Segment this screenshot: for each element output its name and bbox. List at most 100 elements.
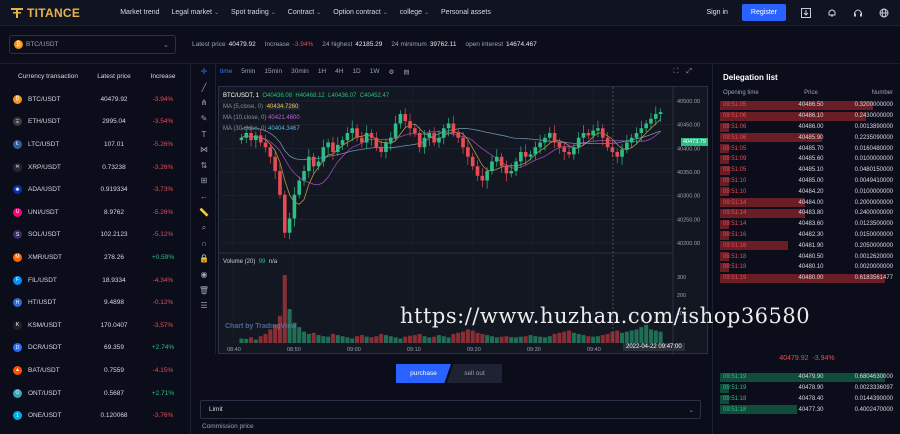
ask-row[interactable]: 09:51:06 40486.10 0.2430000000 <box>713 111 900 122</box>
candle-body <box>605 137 610 148</box>
nav-item-personal-assets[interactable]: Personal assets <box>441 9 491 16</box>
bid-row[interactable]: 09:51:19 40479.90 0.6804630000 <box>713 372 900 383</box>
market-row[interactable]: 1 ONE/USDT 0.120068 -3.76% <box>0 404 190 427</box>
candle-body <box>629 137 634 143</box>
market-row[interactable]: D DCR/USDT 69.359 +2.74% <box>0 337 190 360</box>
timeframe-time[interactable]: time <box>220 68 232 76</box>
tradingview-watermark[interactable]: Chart by TradingView <box>225 323 296 330</box>
nav-item-option-contract[interactable]: Option contract ⌄ <box>333 9 388 16</box>
ask-row[interactable]: 09:51:16 40481.90 0.2050000000 <box>713 240 900 251</box>
ask-row[interactable]: 09:51:10 40485.00 0.0049410000 <box>713 176 900 187</box>
timeframe-1w[interactable]: 1W <box>370 68 380 76</box>
ruler-icon[interactable]: 📏 <box>192 204 216 220</box>
chart-legend: BTC/USDT, 1 O40436.08 H40468.12 L40436.0… <box>223 91 389 135</box>
market-row[interactable]: ▲ BAT/USDT 0.7559 -4.15% <box>0 359 190 382</box>
market-row[interactable]: K KSM/USDT 170.0407 -3.57% <box>0 314 190 337</box>
bell-icon[interactable] <box>826 7 838 19</box>
brush-icon[interactable]: ✎ <box>192 111 216 127</box>
sell-out-tab[interactable]: sell out <box>447 364 502 383</box>
timeframe-4h[interactable]: 4H <box>335 68 343 76</box>
candle-body <box>509 171 514 174</box>
sign-in-link[interactable]: Sign in <box>707 9 728 16</box>
text-icon[interactable]: T <box>192 126 216 142</box>
market-row[interactable]: ✺ ADA/USDT 0.919334 -3.73% <box>0 178 190 201</box>
ask-row[interactable]: 09:51:14 40483.80 0.2400000000 <box>713 208 900 219</box>
lock-icon[interactable]: 🔒 <box>192 251 216 267</box>
market-row[interactable]: M XMR/USDT 278.26 +0.59% <box>0 246 190 269</box>
candle-body <box>490 161 494 171</box>
nav-item-legal-market[interactable]: Legal market ⌄ <box>172 9 220 16</box>
ask-row[interactable]: 09:51:16 40482.30 0.0150000000 <box>713 230 900 241</box>
ask-row[interactable]: 09:51:09 40485.60 0.0100000000 <box>713 154 900 165</box>
bid-row[interactable]: 09:51:18 40477.30 0.4002470000 <box>713 404 900 415</box>
trash-icon[interactable]: 🗑 <box>192 282 216 298</box>
ask-row[interactable]: 09:51:06 40485.90 0.2235090000 <box>713 132 900 143</box>
nav-item-contract[interactable]: Contract ⌄ <box>288 9 322 16</box>
fullscreen-icon[interactable]: ⛶ <box>673 68 678 76</box>
register-button[interactable]: Register <box>741 4 786 21</box>
candle-body <box>470 156 475 167</box>
volume-bar <box>528 335 533 343</box>
zoom-icon[interactable]: ⌕ <box>192 220 216 236</box>
nav-item-college[interactable]: college ⌄ <box>400 9 429 16</box>
prediction-icon[interactable]: ⇅ <box>192 158 216 174</box>
timeframe-1h[interactable]: 1H <box>318 68 326 76</box>
ask-row[interactable]: 09:51:18 40480.50 0.0012620000 <box>713 251 900 262</box>
coin-icon: H <box>13 298 22 308</box>
ask-row[interactable]: 09:51:05 40485.70 0.0160480000 <box>713 143 900 154</box>
download-icon[interactable] <box>800 7 812 19</box>
settings-gear-icon[interactable]: ⚙ <box>389 68 395 76</box>
ask-row[interactable]: 09:51:06 40486.00 0.0013890000 <box>713 122 900 133</box>
market-row[interactable]: ₿ BTC/USDT 40479.92 -3.94% <box>0 88 190 111</box>
timeframe-30min[interactable]: 30min <box>291 68 309 76</box>
ask-row[interactable]: 09:51:05 40486.50 0.3200000000 <box>713 100 900 111</box>
measure-icon[interactable]: ⊞ <box>192 173 216 189</box>
ask-row[interactable]: 09:51:19 40480.00 0.6183561477 <box>713 273 900 284</box>
candle-body <box>258 135 263 143</box>
timeframe-15min[interactable]: 15min <box>264 68 282 76</box>
pitchfork-icon[interactable]: ⋔ <box>192 95 216 111</box>
eye-icon[interactable]: ◉ <box>192 267 216 283</box>
ask-row[interactable]: 09:51:05 40485.10 0.0480150000 <box>713 165 900 176</box>
ask-row[interactable]: 09:51:14 40484.00 0.2000000000 <box>713 197 900 208</box>
market-change: -3.26% <box>152 163 174 171</box>
pattern-icon[interactable]: ⋈ <box>192 142 216 158</box>
trend-line-icon[interactable]: ╱ <box>192 80 216 96</box>
timeframe-5min[interactable]: 5min <box>241 68 255 76</box>
crosshair-icon[interactable]: ✛ <box>192 64 216 80</box>
market-row[interactable]: XXMG/USDT4.5115-7.00% <box>0 427 190 434</box>
market-row[interactable]: U UNI/USDT 8.9762 -5.26% <box>0 201 190 224</box>
market-row[interactable]: F FIL/USDT 18.9334 -4.34% <box>0 269 190 292</box>
nav-item-market-trend[interactable]: Market trend <box>120 9 159 16</box>
logo[interactable]: TITANCE <box>10 6 80 20</box>
bid-row[interactable]: 09:51:19 40478.90 0.0023336097 <box>713 383 900 394</box>
market-row[interactable]: H HT/USDT 9.4898 -0.12% <box>0 291 190 314</box>
globe-icon[interactable] <box>878 7 890 19</box>
back-arrow-icon[interactable]: ← <box>192 189 216 205</box>
expand-icon[interactable]: ⤢ <box>686 68 692 76</box>
ask-row[interactable]: 09:51:18 40480.10 0.0020000000 <box>713 262 900 273</box>
volume-bar <box>456 332 461 343</box>
timeframe-1d[interactable]: 1D <box>352 68 360 76</box>
ask-row[interactable]: 09:51:10 40484.20 0.0100000000 <box>713 186 900 197</box>
bid-row[interactable]: 09:51:18 40478.40 0.0144390000 <box>713 394 900 405</box>
ask-row[interactable]: 09:51:14 40483.60 0.0123500000 <box>713 219 900 230</box>
order-price: 40486.00 <box>798 123 824 130</box>
indicators-icon[interactable]: ▤ <box>403 68 409 76</box>
market-row[interactable]: Ł LTC/USDT 107.01 -5.26% <box>0 133 190 156</box>
market-row[interactable]: O ONT/USDT 0.5687 +2.71% <box>0 382 190 405</box>
market-row[interactable]: ✕ XRP/USDT 0.73238 -3.26% <box>0 156 190 179</box>
magnet-icon[interactable]: ∩ <box>192 236 216 252</box>
nav-item-spot-trading[interactable]: Spot trading ⌄ <box>231 9 276 16</box>
candle-body <box>572 147 576 155</box>
market-price: 69.359 <box>104 344 124 352</box>
order-type-select[interactable]: Limit ⌄ <box>200 400 701 419</box>
layers-icon[interactable]: ☰ <box>192 298 216 314</box>
volume-bar <box>355 336 360 343</box>
purchase-tab[interactable]: purchase <box>396 364 451 383</box>
market-row[interactable]: S SOL/USDT 102.2123 -5.12% <box>0 224 190 247</box>
mid-price-value: 40479.92 <box>779 355 809 362</box>
headset-icon[interactable] <box>852 7 864 19</box>
market-row[interactable]: Ξ ETH/USDT 2995.04 -3.54% <box>0 111 190 134</box>
pair-selector[interactable]: ₿ BTC/USDT ⌄ <box>9 35 176 54</box>
